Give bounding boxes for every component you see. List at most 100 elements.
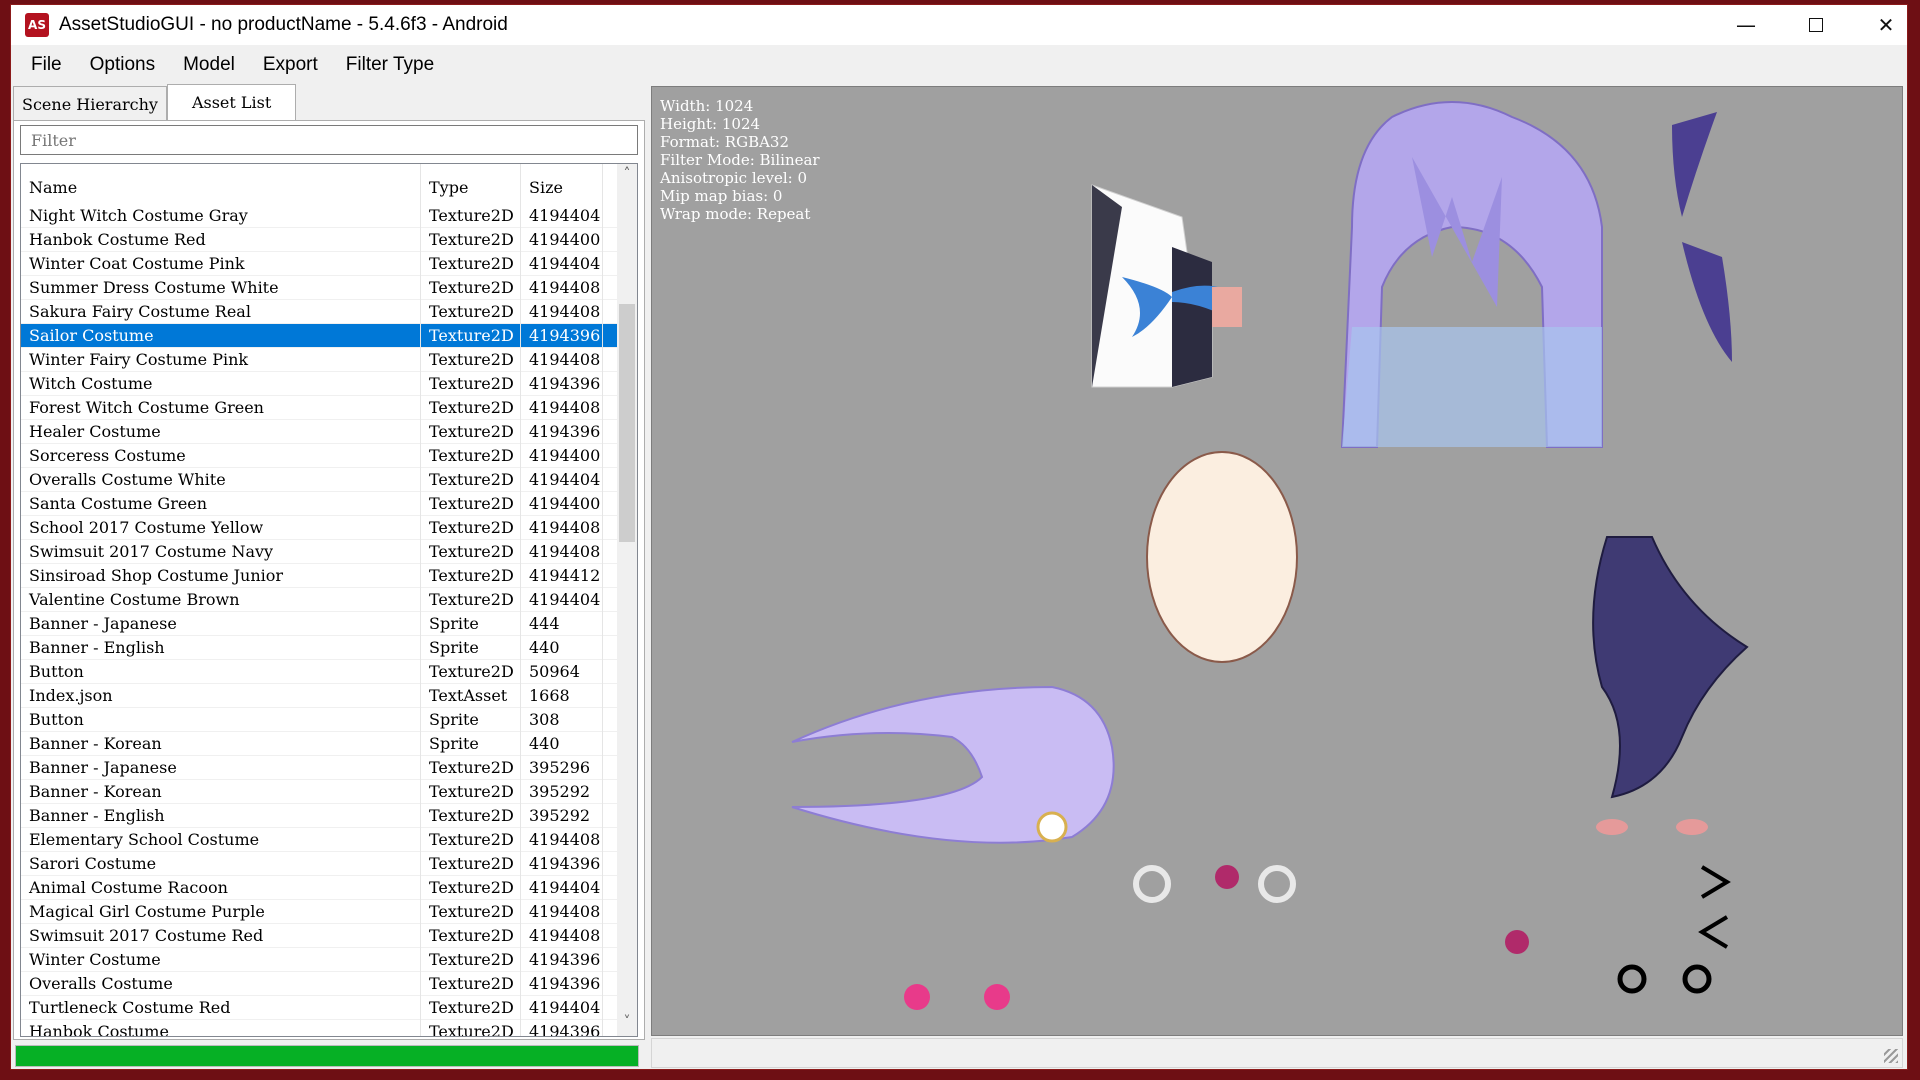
table-row[interactable]: Swimsuit 2017 Costume Navy Texture2D 41944…: [21, 540, 619, 564]
cell-type: Texture2D: [421, 300, 521, 324]
table-row[interactable]: Index.json TextAsset 1668: [21, 684, 619, 708]
table-row[interactable]: Animal Costume Racoon Texture2D 4194404: [21, 876, 619, 900]
menu-model[interactable]: Model: [169, 54, 249, 76]
table-row[interactable]: Forest Witch Costume Green Texture2D 41944…: [21, 396, 619, 420]
table-row[interactable]: Witch Costume Texture2D 4194396: [21, 372, 619, 396]
scrollbar-thumb[interactable]: [619, 304, 635, 542]
maximize-button[interactable]: [1781, 5, 1851, 45]
cell-type: Texture2D: [421, 348, 521, 372]
cell-name: Sailor Costume: [21, 324, 421, 348]
cell-name: Winter Costume: [21, 948, 421, 972]
minimize-icon: —: [1736, 13, 1756, 37]
cell-size: 395292: [521, 804, 603, 828]
table-row[interactable]: Winter Fairy Costume Pink Texture2D 419440…: [21, 348, 619, 372]
table-row[interactable]: School 2017 Costume Yellow Texture2D 41944…: [21, 516, 619, 540]
table-row[interactable]: Hanbok Costume Texture2D 4194396: [21, 1020, 619, 1036]
cell-name: Forest Witch Costume Green: [21, 396, 421, 420]
table-row[interactable]: Hanbok Costume Red Texture2D 4194400: [21, 228, 619, 252]
table-row[interactable]: Button Texture2D 50964: [21, 660, 619, 684]
cell-type: Texture2D: [421, 204, 521, 228]
eye-sprite: [1133, 865, 1171, 903]
table-row[interactable]: Healer Costume Texture2D 4194396: [21, 420, 619, 444]
table-row[interactable]: Summer Dress Costume White Texture2D 41944…: [21, 276, 619, 300]
table-row[interactable]: Winter Costume Texture2D 4194396: [21, 948, 619, 972]
app-window: AS AssetStudioGUI - no productName - 5.4…: [10, 4, 1908, 1070]
cell-type: Texture2D: [421, 972, 521, 996]
table-row[interactable]: Sailor Costume Texture2D 4194396: [21, 324, 619, 348]
cell-size: 50964: [521, 660, 603, 684]
cell-type: Sprite: [421, 636, 521, 660]
vertical-scrollbar[interactable]: ˄ ˅: [617, 164, 637, 1036]
menu-options[interactable]: Options: [76, 54, 169, 76]
table-row[interactable]: Winter Coat Costume Pink Texture2D 4194404: [21, 252, 619, 276]
table-row[interactable]: Valentine Costume Brown Texture2D 4194404: [21, 588, 619, 612]
table-row[interactable]: Banner - Japanese Sprite 444: [21, 612, 619, 636]
cell-name: Animal Costume Racoon: [21, 876, 421, 900]
table-row[interactable]: Overalls Costume White Texture2D 4194404: [21, 468, 619, 492]
filter-input[interactable]: [20, 125, 638, 155]
tab-scene-hierarchy[interactable]: Scene Hierarchy: [13, 86, 167, 120]
column-header-name[interactable]: Name: [21, 164, 421, 204]
column-header-type[interactable]: Type: [421, 164, 521, 204]
table-row[interactable]: Sarori Costume Texture2D 4194396: [21, 852, 619, 876]
cell-size: 4194412: [521, 564, 603, 588]
menu-bar: File Options Model Export Filter Type: [11, 48, 1907, 82]
table-row[interactable]: Sorceress Costume Texture2D 4194400: [21, 444, 619, 468]
cell-type: Texture2D: [421, 468, 521, 492]
table-row[interactable]: Banner - English Texture2D 395292: [21, 804, 619, 828]
status-bar: [651, 1038, 1903, 1068]
cell-type: Texture2D: [421, 756, 521, 780]
cell-size: 4194396: [521, 948, 603, 972]
cell-name: Button: [21, 708, 421, 732]
table-row[interactable]: Sinsiroad Shop Costume Junior Texture2D 41…: [21, 564, 619, 588]
table-row[interactable]: Banner - Japanese Texture2D 395296: [21, 756, 619, 780]
table-row[interactable]: Banner - Korean Sprite 440: [21, 732, 619, 756]
table-row[interactable]: Santa Costume Green Texture2D 4194400: [21, 492, 619, 516]
minimize-button[interactable]: —: [1711, 5, 1781, 45]
cell-size: 4194400: [521, 444, 603, 468]
menu-export[interactable]: Export: [249, 54, 332, 76]
cell-size: 4194408: [521, 540, 603, 564]
table-row[interactable]: Overalls Costume Texture2D 4194396: [21, 972, 619, 996]
cell-name: Winter Fairy Costume Pink: [21, 348, 421, 372]
table-row[interactable]: Elementary School Costume Texture2D 419440…: [21, 828, 619, 852]
cell-size: 4194408: [521, 828, 603, 852]
table-row[interactable]: Night Witch Costume Gray Texture2D 4194404: [21, 204, 619, 228]
cell-size: 4194404: [521, 876, 603, 900]
resize-grip-icon[interactable]: [1884, 1049, 1898, 1063]
cell-size: 308: [521, 708, 603, 732]
cell-size: 4194396: [521, 420, 603, 444]
table-row[interactable]: Banner - English Sprite 440: [21, 636, 619, 660]
cell-name: Sarori Costume: [21, 852, 421, 876]
chevron-down-icon[interactable]: ˅: [619, 1014, 635, 1034]
table-row[interactable]: Turtleneck Costume Red Texture2D 4194404: [21, 996, 619, 1020]
maximize-icon: [1809, 18, 1823, 32]
table-row[interactable]: Button Sprite 308: [21, 708, 619, 732]
sparkle-sprite: [904, 984, 930, 1010]
chevron-up-icon[interactable]: ˄: [619, 166, 635, 186]
cell-size: 1668: [521, 684, 603, 708]
pupil-sprite: [1215, 865, 1239, 889]
cell-name: Overalls Costume White: [21, 468, 421, 492]
cell-name: Index.json: [21, 684, 421, 708]
close-button[interactable]: ✕: [1851, 5, 1920, 45]
table-row[interactable]: Sakura Fairy Costume Real Texture2D 419440…: [21, 300, 619, 324]
cell-type: Sprite: [421, 732, 521, 756]
table-row[interactable]: Swimsuit 2017 Costume Red Texture2D 419440…: [21, 924, 619, 948]
cell-name: Santa Costume Green: [21, 492, 421, 516]
title-bar[interactable]: AS AssetStudioGUI - no productName - 5.4…: [11, 5, 1907, 45]
window-title: AssetStudioGUI - no productName - 5.4.6f…: [59, 14, 508, 35]
column-header-size[interactable]: Size: [521, 164, 603, 204]
texture-preview[interactable]: Width: 1024 Height: 1024 Format: RGBA32 Fil…: [651, 86, 1903, 1036]
tab-asset-list[interactable]: Asset List: [166, 84, 297, 120]
cell-name: Witch Costume: [21, 372, 421, 396]
menu-file[interactable]: File: [17, 54, 76, 76]
table-row[interactable]: Banner - Korean Texture2D 395292: [21, 780, 619, 804]
table-row[interactable]: Magical Girl Costume Purple Texture2D 4194…: [21, 900, 619, 924]
asset-list[interactable]: Name Type Size Night Witch Costume Gray T…: [20, 163, 638, 1037]
progress-fill: [16, 1046, 638, 1066]
cell-type: Texture2D: [421, 852, 521, 876]
cell-type: Texture2D: [421, 804, 521, 828]
menu-filter-type[interactable]: Filter Type: [332, 54, 448, 76]
cell-type: Sprite: [421, 612, 521, 636]
